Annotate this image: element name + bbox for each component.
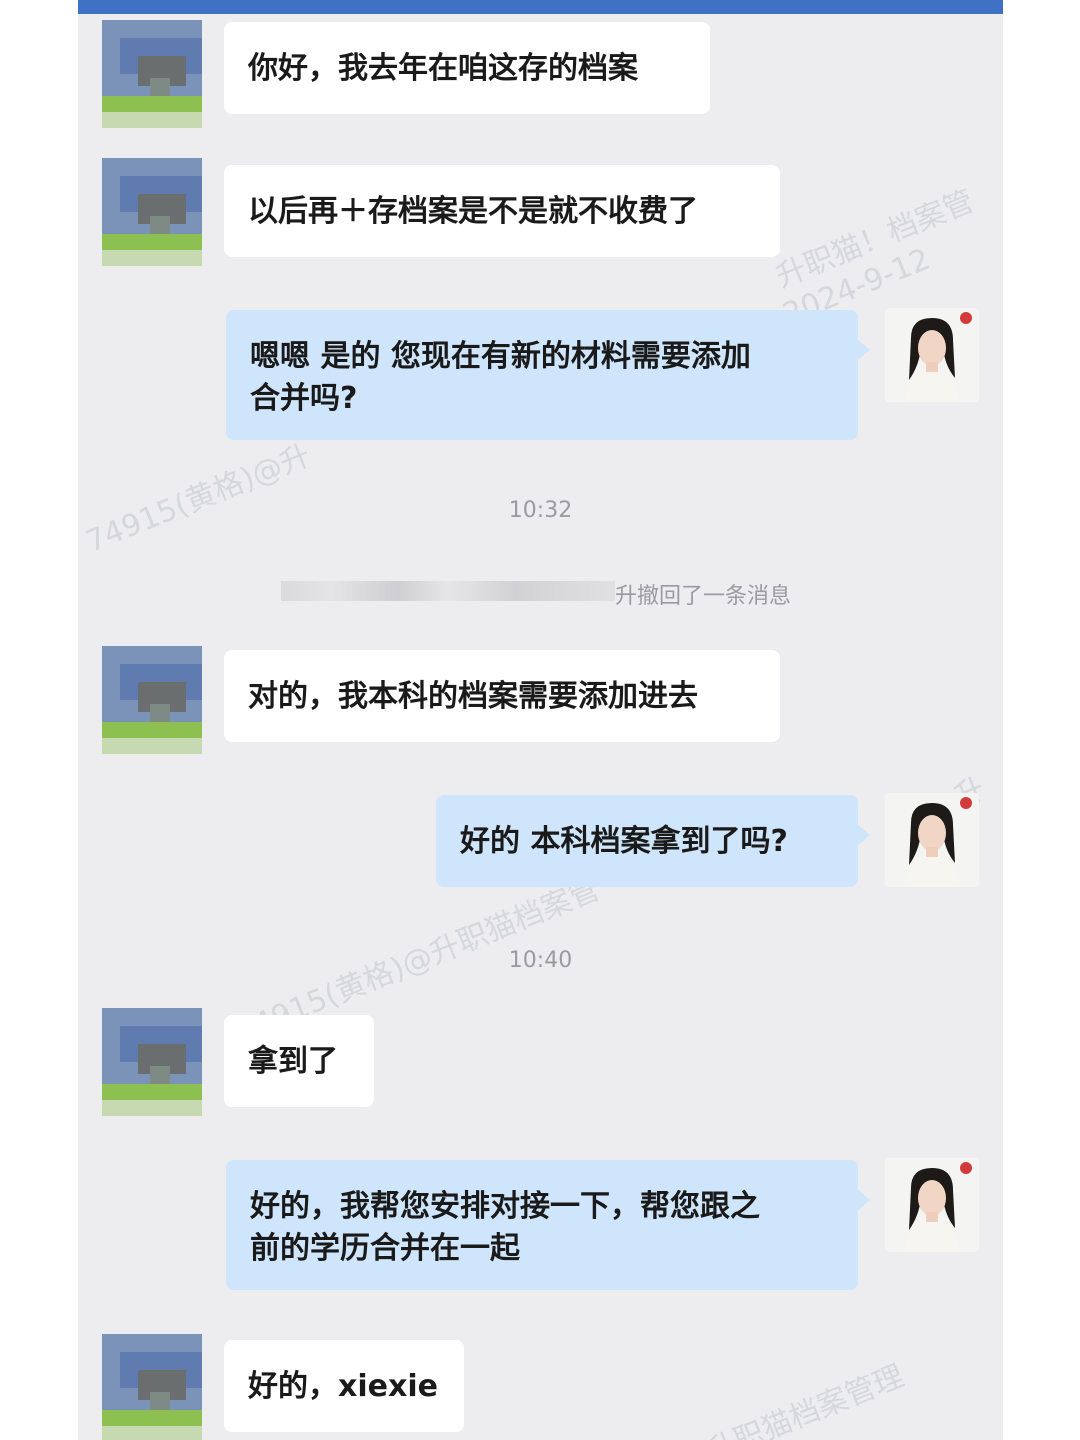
incoming-message[interactable]: 好的，xiexie	[224, 1340, 464, 1432]
message-line: 合并吗?	[250, 381, 358, 416]
recall-notice: 升撤回了一条消息	[615, 584, 792, 609]
message-line: 前的学历合并在一起	[250, 1231, 520, 1266]
contact-avatar[interactable]	[102, 1008, 202, 1116]
redacted-name	[281, 581, 615, 601]
incoming-message[interactable]: 你好，我去年在咱这存的档案	[224, 22, 710, 114]
incoming-message[interactable]: 拿到了	[224, 1015, 374, 1107]
timestamp: 10:32	[508, 498, 573, 523]
outgoing-message[interactable]: 嗯嗯 是的 您现在有新的材料需要添加 合并吗?	[226, 310, 870, 440]
outgoing-message[interactable]: 好的 本科档案拿到了吗?	[436, 795, 870, 887]
agent-avatar[interactable]	[885, 793, 979, 887]
timestamp: 10:40	[508, 948, 573, 973]
incoming-message[interactable]: 对的，我本科的档案需要添加进去	[224, 650, 780, 742]
incoming-message[interactable]: 以后再＋存档案是不是就不收费了	[224, 165, 780, 257]
top-bar	[78, 0, 1003, 14]
message-line: 嗯嗯 是的 您现在有新的材料需要添加	[250, 339, 751, 374]
chat-window[interactable]: 升职猫！档案管 2024-9-12 74915(黄格)@升 74915(黄格)@…	[78, 0, 1003, 1440]
watermark: 74915(黄格)@升	[80, 437, 316, 560]
contact-avatar[interactable]	[102, 158, 202, 266]
watermark: 升职猫档案管理	[700, 1358, 909, 1440]
contact-avatar[interactable]	[102, 20, 202, 128]
agent-avatar[interactable]	[885, 308, 979, 402]
message-line: 好的，我帮您安排对接一下，帮您跟之	[250, 1189, 760, 1224]
agent-avatar[interactable]	[885, 1158, 979, 1252]
contact-avatar[interactable]	[102, 1334, 202, 1440]
outgoing-message[interactable]: 好的，我帮您安排对接一下，帮您跟之 前的学历合并在一起	[226, 1160, 870, 1290]
contact-avatar[interactable]	[102, 646, 202, 754]
